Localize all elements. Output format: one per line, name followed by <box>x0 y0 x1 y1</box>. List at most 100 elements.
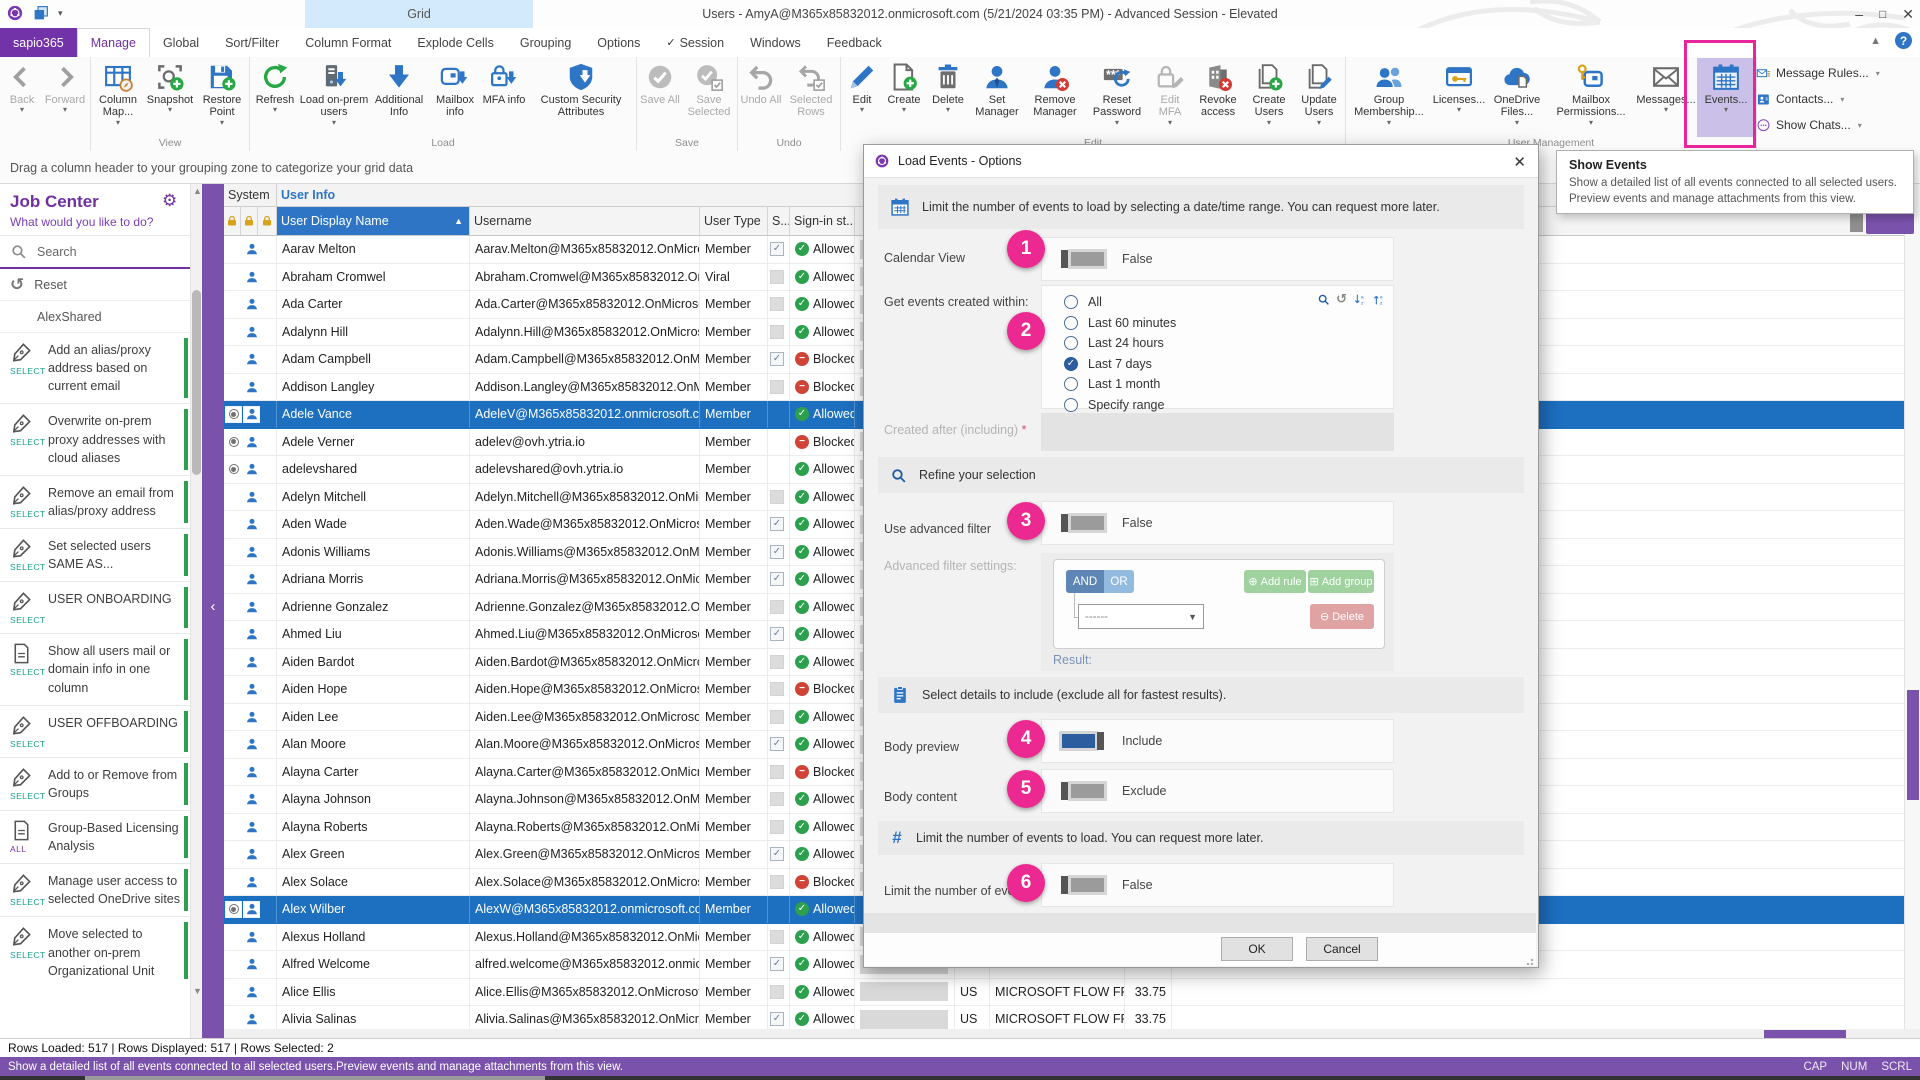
context-tab-grid[interactable]: Grid <box>305 0 533 28</box>
tab-sapio365[interactable]: sapio365 <box>0 28 77 57</box>
job-search-input[interactable]: Search <box>0 236 190 269</box>
column-header-username[interactable]: Username <box>470 207 700 235</box>
load-on-prem-users-button[interactable]: Load on-prem users ▾ <box>299 58 369 137</box>
cancel-button[interactable]: Cancel <box>1306 937 1378 961</box>
job-item[interactable]: SELECT Manage user access to selected One… <box>0 864 190 918</box>
edit-button[interactable]: Edit ▾ <box>842 58 882 137</box>
radio-last-7-days[interactable]: ✓ Last 7 days <box>1064 356 1152 372</box>
restore-point-button[interactable]: Restore Point ▾ <box>196 58 248 137</box>
horizontal-scroll-thumb[interactable] <box>1764 1030 1846 1038</box>
licenses--button[interactable]: Licenses... ▾ <box>1431 58 1487 137</box>
row-checkbox[interactable] <box>770 324 784 339</box>
table-row[interactable]: Alice Ellis Alice.Ellis@M365x85832012.OnM… <box>224 978 1920 1006</box>
job-item[interactable]: SELECT USER ONBOARDING <box>0 582 190 635</box>
gear-icon[interactable]: ⚙ <box>162 192 180 210</box>
onedrive-files--button[interactable]: OneDrive Files... ▾ <box>1487 58 1547 137</box>
row-checkbox[interactable]: ✓ <box>770 242 784 257</box>
advanced-filter-toggle[interactable] <box>1061 513 1107 533</box>
row-checkbox[interactable]: ✓ <box>770 572 784 587</box>
tab-windows[interactable]: Windows <box>737 28 814 57</box>
additional-info-button[interactable]: Additional Info <box>369 58 429 137</box>
contacts--button[interactable]: Contacts... ▾ <box>1756 86 1906 112</box>
row-checkbox[interactable] <box>770 819 784 834</box>
show-chats--button[interactable]: Show Chats... ▾ <box>1756 112 1906 138</box>
job-item[interactable]: SELECT Show all users mail or domain info… <box>0 634 190 706</box>
create-users-button[interactable]: Create Users ▾ <box>1244 58 1294 137</box>
radio-specify-range[interactable]: Specify range <box>1064 397 1164 413</box>
undo-all-button[interactable]: Undo All <box>739 58 783 137</box>
sidebar-scroll-thumb[interactable] <box>192 290 201 475</box>
help-icon[interactable]: ? <box>1895 32 1912 49</box>
collapse-ribbon-icon[interactable]: ▲ <box>1870 35 1881 47</box>
add-group-button[interactable]: ⊞ Add group <box>1308 570 1374 593</box>
job-item[interactable]: SELECT Remove an email from alias/proxy a… <box>0 476 190 529</box>
column-header-signin[interactable]: Sign-in st... <box>790 207 855 235</box>
row-checkbox[interactable]: ✓ <box>770 627 784 642</box>
forward-button[interactable]: Forward ▾ <box>41 58 89 137</box>
row-checkbox[interactable]: ✓ <box>770 517 784 532</box>
ok-button[interactable]: OK <box>1221 937 1293 961</box>
tab-options[interactable]: Options <box>584 28 653 57</box>
radio-all[interactable]: All <box>1064 294 1102 310</box>
revoke-access-button[interactable]: Revoke access <box>1192 58 1244 137</box>
row-checkbox[interactable] <box>770 599 784 614</box>
snapshot-button[interactable]: Snapshot ▾ <box>144 58 196 137</box>
refresh-button[interactable]: Refresh ▾ <box>251 58 299 137</box>
lock-column-header[interactable] <box>241 207 258 235</box>
minimize-button[interactable]: – <box>1855 6 1863 22</box>
vertical-scroll-thumb[interactable] <box>1907 690 1919 800</box>
radio-last-60-minutes[interactable]: Last 60 minutes <box>1064 315 1176 331</box>
job-item[interactable]: SELECT Overwrite on-prem proxy addresses … <box>0 404 190 476</box>
message-rules--button[interactable]: Message Rules... ▾ <box>1756 60 1906 86</box>
job-item[interactable]: SELECT USER OFFBOARDING <box>0 706 190 758</box>
row-checkbox[interactable] <box>770 874 784 889</box>
row-checkbox[interactable]: ✓ <box>770 352 784 367</box>
and-button[interactable]: AND <box>1066 570 1104 593</box>
delete-rule-button[interactable]: ⊖ Delete <box>1310 604 1374 629</box>
job-reset-button[interactable]: ↺ Reset <box>0 269 190 301</box>
mfa-info-button[interactable]: MFA info <box>481 58 527 137</box>
row-checkbox[interactable]: ✓ <box>770 544 784 559</box>
row-checkbox[interactable] <box>770 792 784 807</box>
reset-password-button[interactable]: *** Reset Password ▾ <box>1086 58 1148 137</box>
row-checkbox[interactable] <box>770 709 784 724</box>
column-header-display-name[interactable]: User Display Name ▲ <box>277 207 470 235</box>
row-checkbox[interactable] <box>770 297 784 312</box>
selected-rows-button[interactable]: Selected Rows <box>783 58 839 137</box>
update-users-button[interactable]: Update Users ▾ <box>1294 58 1344 137</box>
row-checkbox[interactable] <box>770 269 784 284</box>
or-button[interactable]: OR <box>1104 570 1134 593</box>
remove-manager-button[interactable]: Remove Manager <box>1024 58 1086 137</box>
row-checkbox[interactable] <box>770 379 784 394</box>
row-checkbox[interactable] <box>770 764 784 779</box>
tab-explode-cells[interactable]: Explode Cells <box>404 28 506 57</box>
maximize-button[interactable]: □ <box>1879 7 1886 21</box>
create-button[interactable]: Create ▾ <box>882 58 926 137</box>
lock-column-header[interactable] <box>258 207 277 235</box>
sort-descending-icon[interactable]: az <box>1353 293 1366 306</box>
tab-global[interactable]: Global <box>150 28 212 57</box>
bottom-scroll-thumb[interactable] <box>85 1076 545 1080</box>
row-checkbox[interactable]: ✓ <box>770 737 784 752</box>
lock-column-header[interactable] <box>224 207 241 235</box>
scroll-up-icon[interactable]: ▲ <box>193 186 202 196</box>
row-checkbox[interactable] <box>770 984 784 999</box>
tab-column-format[interactable]: Column Format <box>292 28 404 57</box>
dialog-close-icon[interactable]: ✕ <box>1513 153 1526 171</box>
add-rule-button[interactable]: ⊕ Add rule <box>1244 570 1306 593</box>
column-header-user-type[interactable]: User Type <box>700 207 768 235</box>
custom-security-attributes-button[interactable]: Custom Security Attributes <box>527 58 635 137</box>
delete-button[interactable]: Delete ▾ <box>926 58 970 137</box>
grid-vertical-scrollbar[interactable] <box>1904 184 1920 1029</box>
calendar-view-toggle[interactable] <box>1061 249 1107 269</box>
back-button[interactable]: Back ▾ <box>3 58 41 137</box>
profile-item[interactable]: AlexShared <box>0 301 190 333</box>
group-membership--button[interactable]: Group Membership... ▾ <box>1347 58 1431 137</box>
mailbox-permissions--button[interactable]: Mailbox Permissions... ▾ <box>1547 58 1635 137</box>
undo-icon[interactable]: ↺ <box>1336 291 1347 307</box>
tab-sort-filter[interactable]: Sort/Filter <box>212 28 292 57</box>
search-icon[interactable] <box>1317 293 1330 306</box>
sort-ascending-icon[interactable]: az <box>1372 293 1385 306</box>
save-all-button[interactable]: Save All <box>638 58 682 137</box>
column-header-s[interactable]: S... <box>768 207 790 235</box>
